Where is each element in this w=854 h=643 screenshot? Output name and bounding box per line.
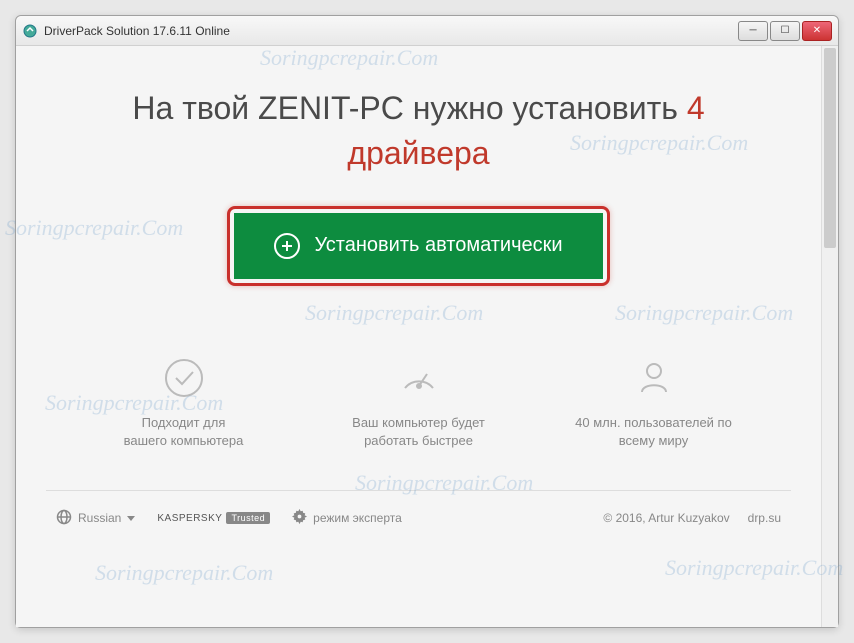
chevron-down-icon	[127, 516, 135, 521]
install-auto-button[interactable]: Установить автоматически	[234, 213, 602, 279]
window-controls: ─ ☐ ✕	[738, 21, 832, 41]
user-icon	[632, 356, 676, 400]
expert-mode-label: режим эксперта	[313, 511, 402, 525]
copyright: © 2016, Artur Kuzyakov	[603, 511, 729, 525]
kaspersky-label: KASPERSKY	[157, 513, 222, 524]
scroll-thumb[interactable]	[824, 48, 836, 248]
titlebar: DriverPack Solution 17.6.11 Online ─ ☐ ✕	[16, 16, 838, 46]
window-title: DriverPack Solution 17.6.11 Online	[44, 24, 738, 38]
app-icon	[22, 23, 38, 39]
globe-icon	[56, 509, 72, 528]
gauge-icon	[397, 356, 441, 400]
feature-text: Ваш компьютер будет	[301, 414, 536, 432]
feature-text: вашего компьютера	[66, 432, 301, 450]
feature-faster: Ваш компьютер будет работать быстрее	[301, 356, 536, 450]
content-area: На твой ZENIT-PC нужно установить 4 драй…	[16, 46, 838, 627]
app-window: DriverPack Solution 17.6.11 Online ─ ☐ ✕…	[15, 15, 839, 628]
site-link[interactable]: drp.su	[748, 511, 781, 525]
feature-text: работать быстрее	[301, 432, 536, 450]
language-selector[interactable]: Russian	[56, 509, 135, 528]
install-button-label: Установить автоматически	[314, 234, 562, 257]
headline-suffix: драйвера	[46, 131, 791, 176]
trusted-badge: Trusted	[226, 512, 270, 524]
install-button-highlight: Установить автоматически	[227, 206, 609, 286]
features-row: Подходит для вашего компьютера Ваш компь…	[46, 356, 791, 450]
driver-count: 4	[687, 90, 705, 126]
footer-left: Russian KASPERSKY Trusted режим эксперта	[56, 509, 581, 528]
check-circle-icon	[162, 356, 206, 400]
kaspersky-badge: KASPERSKY Trusted	[157, 512, 270, 524]
feature-text: 40 млн. пользователей по	[536, 414, 771, 432]
headline: На твой ZENIT-PC нужно установить 4 драй…	[46, 86, 791, 176]
feature-text: всему миру	[536, 432, 771, 450]
gear-icon	[292, 509, 307, 527]
vertical-scrollbar[interactable]	[821, 46, 838, 627]
minimize-button[interactable]: ─	[738, 21, 768, 41]
expert-mode-link[interactable]: режим эксперта	[292, 509, 402, 527]
footer-right: © 2016, Artur Kuzyakov drp.su	[603, 511, 781, 525]
feature-compatible: Подходит для вашего компьютера	[66, 356, 301, 450]
main-content: На твой ZENIT-PC нужно установить 4 драй…	[16, 46, 821, 627]
footer: Russian KASPERSKY Trusted режим эксперта	[46, 491, 791, 538]
install-icon	[274, 233, 300, 259]
close-button[interactable]: ✕	[802, 21, 832, 41]
maximize-button[interactable]: ☐	[770, 21, 800, 41]
outer-frame: DriverPack Solution 17.6.11 Online ─ ☐ ✕…	[0, 0, 854, 643]
feature-text: Подходит для	[66, 414, 301, 432]
headline-prefix: На твой ZENIT-PC нужно установить	[132, 90, 678, 126]
feature-users: 40 млн. пользователей по всему миру	[536, 356, 771, 450]
language-label: Russian	[78, 511, 121, 525]
